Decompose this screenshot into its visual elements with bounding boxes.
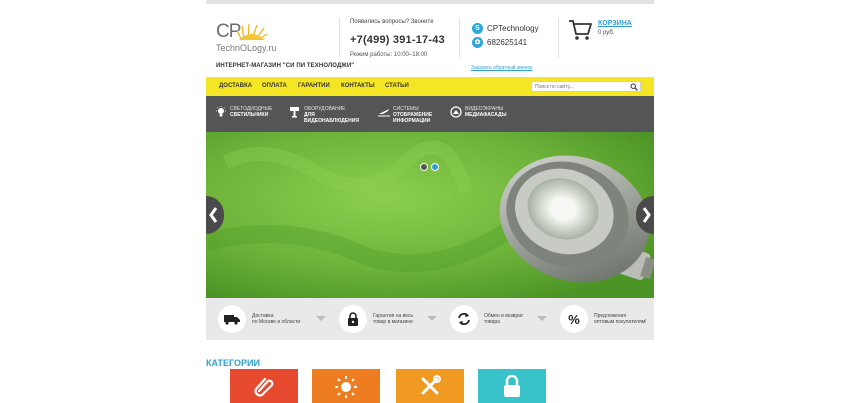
chevron-left-icon [209,207,218,223]
search-input[interactable] [535,84,625,90]
nav-articles[interactable]: СТАТЬИ [385,83,409,89]
phone-number[interactable]: +7(499) 391-17-43 [350,34,445,46]
catbar-led-line2: СВЕТИЛЬНИКИ [230,112,269,118]
tools-icon [421,375,441,395]
nav-guarantee[interactable]: ГАРАНТИИ [298,83,330,89]
feature-delivery-line2: по Москве и области [252,319,301,325]
paperclip-icon [254,377,274,397]
percent-icon: % [560,305,588,333]
category-bar: СВЕТОДИОДНЫЕ СВЕТИЛЬНИКИ ОБОРУДОВАНИЕ ДЛ… [206,96,654,132]
chevron-right-icon [642,207,651,223]
divider [339,18,340,58]
nav-payment[interactable]: ОПЛАТА [262,83,287,89]
feature-wholesale-line2: оптовым покупателям! [594,319,647,325]
bulb-icon [216,106,226,117]
logo[interactable]: CP TechnOLogy.ru [216,22,280,56]
sun-icon [335,376,357,398]
nav-contacts[interactable]: КОНТАКТЫ [341,83,375,89]
category-tile-3[interactable] [396,369,464,403]
feature-guarantee[interactable]: Гарантия на весь товар в магазине [339,305,435,333]
plane-icon [378,109,390,117]
skype-icon: S [472,22,483,34]
cart-sum: 0 руб. [598,30,615,36]
cart-link[interactable]: КОРЗИНА [598,20,632,27]
categories-heading: КАТЕГОРИИ [206,358,260,368]
lock-icon [504,375,520,397]
main-nav: ДОСТАВКА ОПЛАТА ГАРАНТИИ КОНТАКТЫ СТАТЬИ [206,77,654,96]
category-tile-1[interactable] [230,369,298,403]
chevron-down-icon[interactable] [427,316,437,321]
callback-link[interactable]: Заказать обратный звонок [471,65,532,71]
skype-contact[interactable]: S CPTechnology [472,22,539,34]
slider-next-button[interactable] [636,196,654,234]
slider-prev-button[interactable] [206,196,224,234]
top-strip [206,0,654,4]
led-lamp-image [499,155,654,283]
chevron-down-icon[interactable] [537,316,547,321]
category-tile-2[interactable] [312,369,380,403]
cart-icon[interactable] [568,19,592,41]
feature-exchange[interactable]: Обмен и возврат товара [450,305,546,333]
search-icon[interactable] [630,83,638,91]
catbar-item-screens[interactable]: ВИДЕОЭКРАНЫ МЕДИАФАСАДЫ [450,106,507,118]
exchange-icon [450,305,478,333]
feature-delivery[interactable]: Доставка по Москве и области [218,305,314,333]
sun-logo-icon [237,24,267,40]
divider [459,18,460,58]
features-bar: Доставка по Москве и области Гарантия на… [206,298,654,340]
icq-icon: ✿ [472,36,483,48]
icq-contact[interactable]: ✿ 682625141 [472,36,527,48]
logo-subtitle: TechnOLogy.ru [216,43,277,53]
nav-delivery[interactable]: ДОСТАВКА [219,83,252,89]
catbar-item-video[interactable]: ОБОРУДОВАНИЕ ДЛЯ ВИДЕОНАБЛЮДЕНИЯ [289,106,359,124]
divider [558,18,559,58]
category-tile-4[interactable] [478,369,546,403]
page: CP TechnOLogy.ru ИНТЕРНЕТ-МАГАЗИН "СИ ПИ… [206,0,654,403]
catbar-video-line3: ВИДЕОНАБЛЮДЕНИЯ [304,118,359,124]
catbar-info-line3: ИНФОРМАЦИИ [393,118,431,124]
lock-icon [339,305,367,333]
slider-dots [420,163,442,171]
search-box [531,81,641,92]
icq-number: 682625141 [487,37,528,47]
slider-dot-2[interactable] [431,163,439,171]
truck-icon [218,305,246,333]
question-text: Появились вопросы? Звоните [350,19,434,25]
skype-name: CPTechnology [487,23,539,33]
work-hours: Режим работы: 10:00–18:00 [350,52,428,58]
feature-wholesale[interactable]: % Предложения оптовым покупателям! [560,305,656,333]
chevron-down-icon[interactable] [316,316,326,321]
catbar-item-led[interactable]: СВЕТОДИОДНЫЕ СВЕТИЛЬНИКИ [215,106,272,118]
camera-icon [290,107,299,118]
catbar-item-info[interactable]: СИСТЕМЫ ОТОБРАЖЕНИЕ ИНФОРМАЦИИ [378,106,432,124]
slider-dot-1[interactable] [420,163,428,171]
shop-name: ИНТЕРНЕТ-МАГАЗИН "СИ ПИ ТЕХНОЛОДЖИ" [216,63,355,69]
screen-icon [450,106,462,118]
catbar-screens-line2: МЕДИАФАСАДЫ [465,112,507,118]
feature-guarantee-line2: товар в магазине [373,319,413,325]
hero-slider[interactable] [206,132,654,298]
